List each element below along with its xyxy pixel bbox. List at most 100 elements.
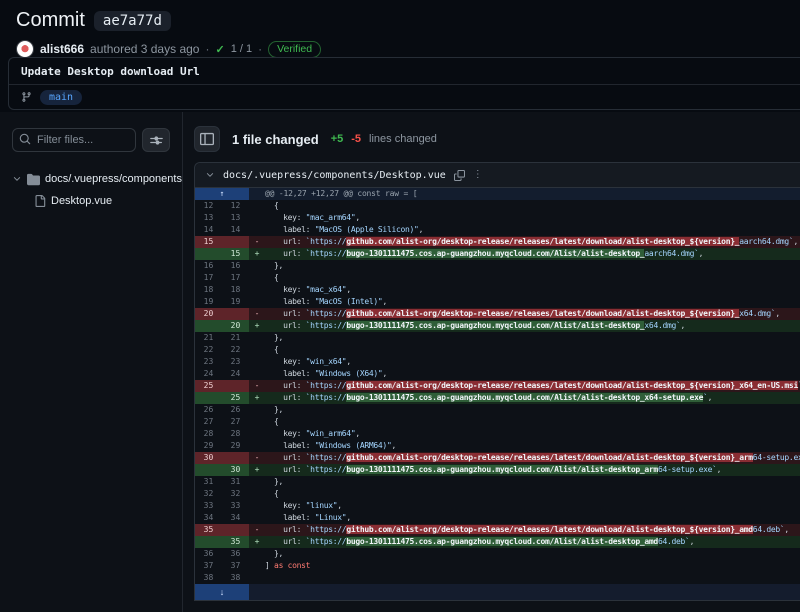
new-line-number[interactable]: 37 [222,560,249,572]
old-line-number[interactable]: 17 [195,272,222,284]
old-line-number[interactable]: 25 [195,380,222,392]
old-line-number[interactable]: 16 [195,260,222,272]
old-line-number[interactable]: 32 [195,488,222,500]
checks-count[interactable]: 1 / 1 [231,43,252,55]
old-line-number[interactable]: 34 [195,512,222,524]
old-line-number[interactable]: 27 [195,416,222,428]
new-line-number[interactable]: 28 [222,428,249,440]
expand-down-button[interactable]: ↓ [195,584,249,600]
new-line-number[interactable]: 25 [222,392,249,404]
code-line: { [265,416,800,428]
code-segment: , [346,285,351,294]
verified-badge[interactable]: Verified [268,41,321,58]
new-line-number[interactable]: 36 [222,548,249,560]
new-line-number[interactable]: 34 [222,512,249,524]
collapse-file-tree-button[interactable] [194,126,220,152]
chevron-down-icon[interactable] [205,170,215,180]
new-line-number[interactable] [222,524,249,536]
new-line-number[interactable]: 14 [222,224,249,236]
old-line-number[interactable]: 13 [195,212,222,224]
new-line-number[interactable]: 30 [222,464,249,476]
new-line-number[interactable]: 23 [222,356,249,368]
old-line-number[interactable]: 21 [195,332,222,344]
new-line-number[interactable]: 21 [222,332,249,344]
old-line-number[interactable] [195,320,222,332]
code-line: url: `https://bugo-1301111475.cos.ap-gua… [265,536,800,548]
old-line-number[interactable]: 18 [195,284,222,296]
code-segment: aarch64.dmg` [739,237,793,246]
tree-folder-row[interactable]: docs/.vuepress/components [12,168,170,190]
old-line-number[interactable]: 20 [195,308,222,320]
new-line-number[interactable]: 35 [222,536,249,548]
diff-marker [249,272,265,284]
code-segment: `https:// [306,237,347,246]
copy-path-button[interactable] [454,170,465,181]
diff-row: 2222 { [195,344,800,356]
new-line-number[interactable] [222,308,249,320]
old-line-number[interactable]: 36 [195,548,222,560]
old-line-number[interactable] [195,392,222,404]
file-options-kebab-button[interactable]: ⋮ [473,170,483,180]
new-line-number[interactable]: 38 [222,572,249,584]
code-line: }, [265,260,800,272]
old-line-number[interactable]: 37 [195,560,222,572]
code-segment: label: [265,441,315,450]
old-line-number[interactable]: 31 [195,476,222,488]
code-segment: , [337,501,342,510]
old-line-number[interactable]: 26 [195,404,222,416]
new-line-number[interactable]: 31 [222,476,249,488]
diff-marker: - [249,452,265,464]
old-line-number[interactable]: 35 [195,524,222,536]
old-line-number[interactable]: 33 [195,500,222,512]
new-line-number[interactable]: 12 [222,200,249,212]
code-line: }, [265,548,800,560]
new-line-number[interactable] [222,452,249,464]
new-line-number[interactable]: 17 [222,272,249,284]
old-line-number[interactable]: 12 [195,200,222,212]
code-segment: "win_x64" [306,357,347,366]
avatar[interactable] [16,40,34,58]
branch-label[interactable]: main [40,90,82,105]
new-line-number[interactable]: 18 [222,284,249,296]
old-line-number[interactable] [195,536,222,548]
old-line-number[interactable]: 22 [195,344,222,356]
code-segment: }, [265,405,283,414]
new-line-number[interactable]: 29 [222,440,249,452]
old-line-number[interactable] [195,464,222,476]
deletions-count: -5 [351,133,361,145]
diff-marker [249,260,265,272]
code-segment: url: [265,537,306,546]
new-line-number[interactable]: 13 [222,212,249,224]
tree-file-row[interactable]: Desktop.vue [12,190,170,212]
new-line-number[interactable]: 32 [222,488,249,500]
old-line-number[interactable]: 15 [195,236,222,248]
new-line-number[interactable] [222,236,249,248]
old-line-number[interactable]: 23 [195,356,222,368]
file-path[interactable]: docs/.vuepress/components/Desktop.vue [223,170,446,181]
new-line-number[interactable]: 33 [222,500,249,512]
old-line-number[interactable]: 28 [195,428,222,440]
checks-status-icon[interactable]: ✓ [215,43,224,56]
filter-options-button[interactable] [142,128,170,152]
new-line-number[interactable]: 24 [222,368,249,380]
new-line-number[interactable]: 19 [222,296,249,308]
old-line-number[interactable]: 38 [195,572,222,584]
old-line-number[interactable]: 14 [195,224,222,236]
new-line-number[interactable]: 15 [222,248,249,260]
old-line-number[interactable]: 29 [195,440,222,452]
old-line-number[interactable]: 24 [195,368,222,380]
old-line-number[interactable] [195,248,222,260]
new-line-number[interactable] [222,380,249,392]
new-line-number[interactable]: 22 [222,344,249,356]
new-line-number[interactable]: 26 [222,404,249,416]
new-line-number[interactable]: 16 [222,260,249,272]
new-line-number[interactable]: 27 [222,416,249,428]
expand-up-button[interactable]: ↑ [195,188,249,200]
old-line-number[interactable]: 30 [195,452,222,464]
new-line-number[interactable]: 20 [222,320,249,332]
diff-marker [249,560,265,572]
commit-header: Commit ae7a77d alist666 authored 3 days … [0,0,800,112]
code-segment: , [690,537,695,546]
author-name[interactable]: alist666 [40,42,84,56]
old-line-number[interactable]: 19 [195,296,222,308]
